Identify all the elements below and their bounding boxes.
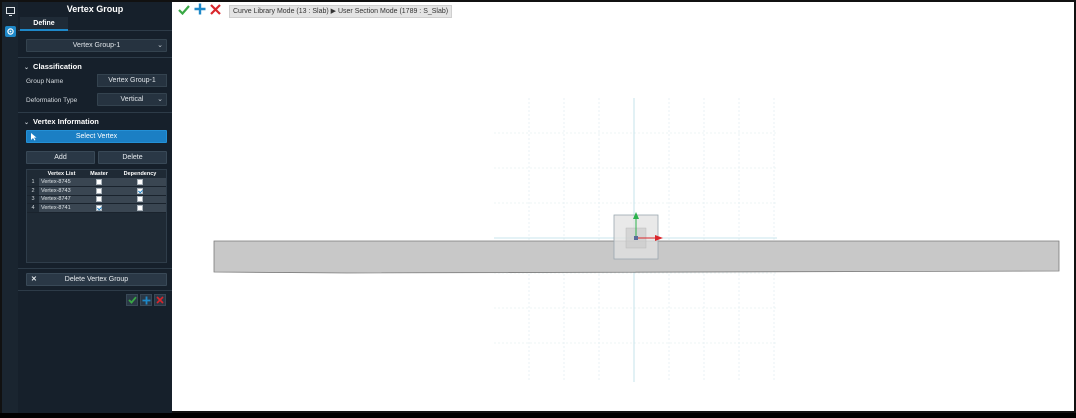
close-button-toolbar[interactable] bbox=[210, 2, 221, 20]
breadcrumb: Curve Library Mode (13 : Slab) ▶ User Se… bbox=[229, 4, 453, 18]
master-column-header: Master bbox=[84, 170, 114, 178]
divider bbox=[18, 268, 172, 269]
close-icon bbox=[156, 296, 164, 304]
vertex-handle bbox=[634, 236, 638, 240]
add-apply-button[interactable] bbox=[140, 294, 152, 306]
master-checkbox[interactable] bbox=[96, 204, 102, 211]
divider bbox=[18, 57, 172, 58]
x-axis-arrow-icon bbox=[655, 235, 663, 241]
deformation-type-select[interactable]: Vertical ⌄ bbox=[97, 93, 167, 106]
row-number: 4 bbox=[27, 203, 39, 213]
left-icon-strip bbox=[2, 2, 18, 413]
classification-heading[interactable]: ⌄ Classification bbox=[24, 62, 82, 71]
cursor-icon bbox=[31, 131, 37, 146]
deformation-type-value: Vertical bbox=[120, 96, 144, 103]
vertex-group-select[interactable]: Vertex Group-1 ⌄ bbox=[26, 39, 167, 52]
vertex-name[interactable]: Vertex-8741 bbox=[39, 203, 84, 213]
close-icon bbox=[210, 4, 221, 15]
table-header-row: Vertex List Master Dependency bbox=[27, 170, 166, 178]
panel-title: Vertex Group bbox=[18, 2, 172, 17]
select-vertex-button[interactable]: Select Vertex bbox=[26, 130, 167, 143]
panel-action-buttons bbox=[126, 294, 166, 306]
chevron-down-icon: ⌄ bbox=[24, 120, 30, 126]
tab-define[interactable]: Define bbox=[20, 17, 68, 31]
chevron-down-icon: ⌄ bbox=[157, 96, 163, 103]
row-number: 1 bbox=[27, 178, 39, 187]
table-row[interactable]: 3 Vertex-8747 bbox=[27, 195, 166, 204]
table-row[interactable]: 2 Vertex-8743 bbox=[27, 186, 166, 196]
master-checkbox[interactable] bbox=[96, 196, 102, 203]
delete-vertex-group-label: Delete Vertex Group bbox=[64, 276, 129, 283]
add-button-toolbar[interactable] bbox=[194, 2, 206, 20]
vertex-list-column-header: Vertex List bbox=[39, 170, 84, 178]
check-icon bbox=[178, 5, 190, 16]
plus-icon bbox=[142, 296, 150, 304]
dependency-checkbox[interactable] bbox=[137, 178, 143, 185]
table-row[interactable]: 4 Vertex-8741 bbox=[27, 203, 166, 213]
plus-icon bbox=[194, 3, 206, 15]
panel-tabs: Define bbox=[18, 17, 172, 31]
vertex-name[interactable]: Vertex-8747 bbox=[39, 195, 84, 204]
group-name-field[interactable]: Vertex Group-1 bbox=[97, 74, 167, 87]
row-number: 3 bbox=[27, 195, 39, 204]
chevron-down-icon: ⌄ bbox=[24, 65, 30, 71]
master-checkbox[interactable] bbox=[96, 187, 102, 194]
dependency-column-header: Dependency bbox=[114, 170, 166, 178]
divider bbox=[18, 112, 172, 113]
divider bbox=[18, 290, 172, 291]
vertex-group-select-value: Vertex Group-1 bbox=[72, 42, 121, 49]
monitor-icon[interactable] bbox=[5, 6, 16, 17]
vertex-name[interactable]: Vertex-8743 bbox=[39, 186, 84, 196]
table-row[interactable]: 1 Vertex-8745 bbox=[27, 178, 166, 187]
vertex-information-heading-label: Vertex Information bbox=[33, 117, 99, 126]
apply-button[interactable] bbox=[126, 294, 138, 306]
group-name-label: Group Name bbox=[26, 78, 64, 85]
modeling-viewport[interactable] bbox=[172, 2, 1076, 413]
index-column-header bbox=[27, 170, 39, 178]
dependency-checkbox[interactable] bbox=[137, 204, 143, 211]
dependency-checkbox[interactable] bbox=[137, 196, 143, 203]
viewport-toolbar: Curve Library Mode (13 : Slab) ▶ User Se… bbox=[178, 2, 453, 20]
dependency-checkbox[interactable] bbox=[137, 187, 143, 194]
gear-icon[interactable] bbox=[5, 26, 16, 37]
chevron-down-icon: ⌄ bbox=[157, 42, 163, 49]
viewport-canvas[interactable] bbox=[172, 2, 1076, 413]
row-number: 2 bbox=[27, 186, 39, 196]
vertex-group-panel: Vertex Group Define Vertex Group-1 ⌄ ⌄ Cl… bbox=[18, 2, 172, 413]
add-button[interactable]: Add bbox=[26, 151, 95, 164]
check-icon bbox=[127, 296, 137, 304]
master-checkbox[interactable] bbox=[96, 178, 102, 185]
classification-heading-label: Classification bbox=[33, 62, 82, 71]
delete-vertex-group-button[interactable]: ✕ Delete Vertex Group bbox=[26, 273, 167, 286]
app-window: Vertex Group Define Vertex Group-1 ⌄ ⌄ Cl… bbox=[0, 0, 1076, 413]
vertex-name[interactable]: Vertex-8745 bbox=[39, 178, 84, 187]
cancel-button[interactable] bbox=[154, 294, 166, 306]
select-vertex-label: Select Vertex bbox=[75, 133, 118, 140]
deformation-type-label: Deformation Type bbox=[26, 97, 78, 104]
delete-button[interactable]: Delete bbox=[98, 151, 167, 164]
confirm-button[interactable] bbox=[178, 2, 190, 20]
vertex-information-heading[interactable]: ⌄ Vertex Information bbox=[24, 117, 99, 126]
close-icon: ✕ bbox=[31, 276, 37, 283]
vertex-table: Vertex List Master Dependency 1 Vertex-8… bbox=[26, 169, 167, 263]
